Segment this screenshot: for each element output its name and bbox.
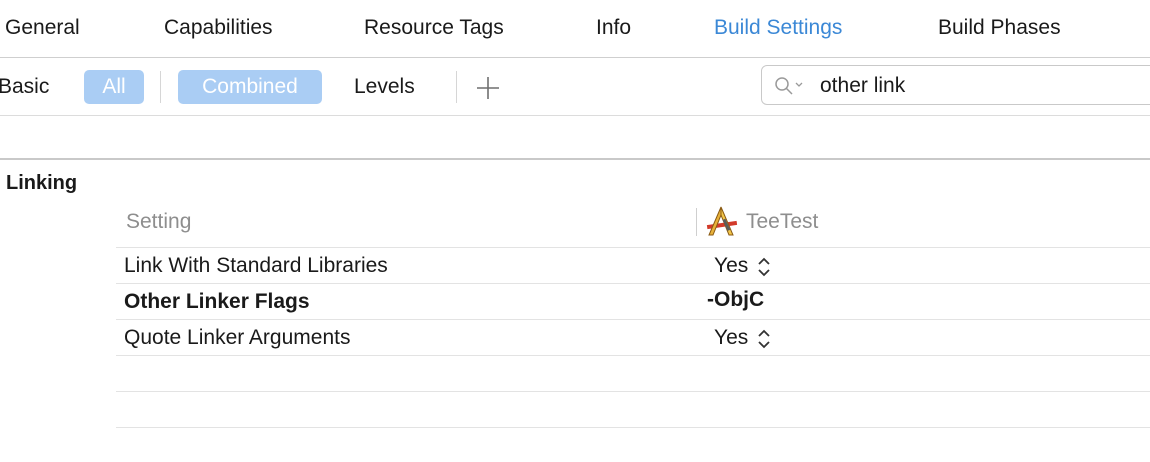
tab-build-settings[interactable]: Build Settings: [714, 14, 842, 42]
setting-value[interactable]: Yes: [714, 324, 748, 352]
toolbar-separator: [160, 71, 161, 103]
search-input[interactable]: other link: [820, 72, 905, 100]
tab-resource-tags[interactable]: Resource Tags: [364, 14, 504, 42]
filter-levels-button[interactable]: Levels: [354, 73, 415, 101]
content-divider: [0, 158, 1150, 160]
plus-icon: [477, 77, 499, 99]
search-field[interactable]: other link: [761, 65, 1150, 105]
column-header-target: TeeTest: [746, 210, 819, 233]
add-setting-button[interactable]: [476, 76, 500, 100]
search-icon: [775, 77, 803, 95]
row-divider: [116, 283, 1150, 284]
column-separator: [696, 208, 697, 236]
stepper-icon[interactable]: [757, 257, 771, 277]
tab-build-phases[interactable]: Build Phases: [938, 14, 1061, 42]
setting-name[interactable]: Link With Standard Libraries: [124, 252, 388, 280]
tab-general[interactable]: General: [5, 14, 80, 42]
filter-all-button[interactable]: All: [84, 70, 144, 104]
tab-bar: General Capabilities Resource Tags Info …: [0, 0, 1150, 57]
row-divider: [116, 247, 1150, 248]
setting-value[interactable]: Yes: [714, 252, 748, 280]
column-header-setting: Setting: [126, 210, 192, 233]
setting-name[interactable]: Quote Linker Arguments: [124, 324, 350, 352]
setting-name[interactable]: Other Linker Flags: [124, 288, 310, 316]
row-divider: [116, 355, 1150, 356]
row-divider: [116, 319, 1150, 320]
section-title-linking: Linking: [6, 172, 78, 194]
tab-info[interactable]: Info: [596, 14, 631, 42]
setting-value[interactable]: -ObjC: [707, 286, 764, 314]
stepper-icon[interactable]: [757, 329, 771, 349]
tab-capabilities[interactable]: Capabilities: [164, 14, 273, 42]
app-target-icon: [706, 206, 738, 236]
toolbar-divider: [0, 115, 1150, 116]
filter-basic-button[interactable]: Basic: [0, 73, 49, 101]
toolbar-separator: [456, 71, 457, 103]
row-divider: [116, 427, 1150, 428]
row-divider: [116, 391, 1150, 392]
filter-combined-button[interactable]: Combined: [178, 70, 322, 104]
